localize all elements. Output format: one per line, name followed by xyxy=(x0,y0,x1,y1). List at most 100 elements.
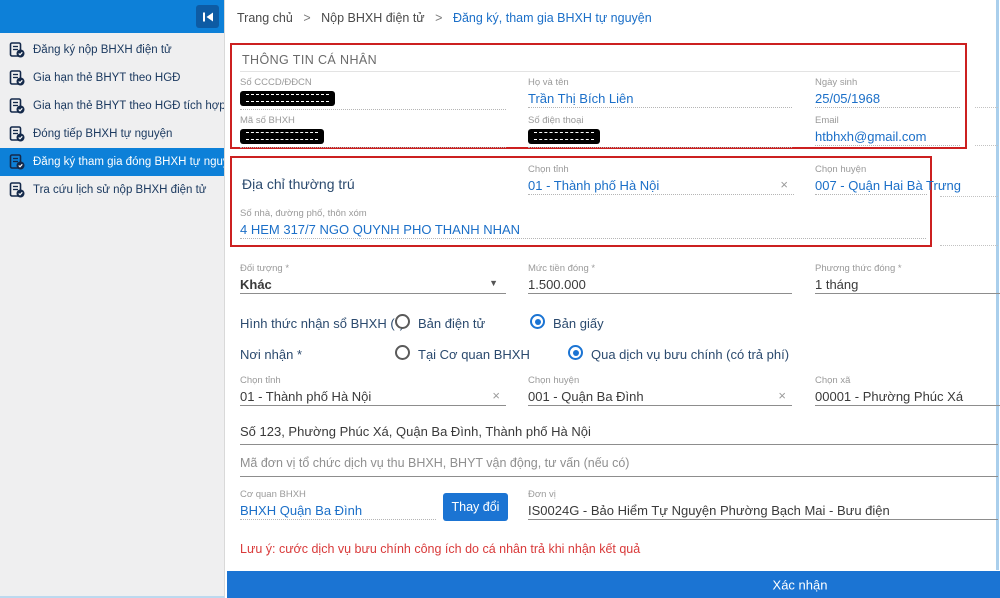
delivery-address-value: Số 123, Phường Phúc Xá, Quận Ba Đình, Th… xyxy=(240,424,998,445)
cutoff-dotted-line xyxy=(975,145,998,146)
document-check-icon xyxy=(9,182,25,198)
delivery-ward-value: 00001 - Phường Phúc Xá xyxy=(815,389,1000,406)
agency-unit-value: IS0024G - Bảo Hiểm Tự Nguyện Phường Bạch… xyxy=(528,503,998,520)
delivery-address-field[interactable]: Số 123, Phường Phúc Xá, Quận Ba Đình, Th… xyxy=(240,424,998,445)
sidebar-menu: Đăng ký nộp BHXH điện tử Gia hạn thẻ BHY… xyxy=(0,36,224,204)
residence-province-select[interactable]: Chọn tỉnh 01 - Thành phố Hà Nội × xyxy=(528,164,794,195)
residence-district-value: 007 - Quận Hai Bà Trưng xyxy=(815,178,927,195)
phone-field[interactable]: Số điện thoại xyxy=(528,115,792,148)
cccd-redacted-value xyxy=(240,91,335,106)
breadcrumb: Trang chủ > Nộp BHXH điện tử > Đăng ký, … xyxy=(237,11,652,25)
bhxh-code-field[interactable]: Mã số BHXH xyxy=(240,115,506,148)
delivery-ward-select[interactable]: Chọn xã 00001 - Phường Phúc Xá xyxy=(815,375,1000,406)
document-check-icon xyxy=(9,42,25,58)
clear-icon[interactable]: × xyxy=(780,177,788,192)
book-format-option-label[interactable]: Bản điện tử xyxy=(418,316,485,331)
confirm-button-label: Xác nhận xyxy=(773,577,828,592)
sidebar-item-gia-han-bhyt-tich-hop[interactable]: Gia hạn thẻ BHYT theo HGĐ tích hợp gi... xyxy=(0,92,224,120)
email-label: Email xyxy=(815,115,960,126)
change-agency-button[interactable]: Thay đổi xyxy=(443,493,508,521)
cccd-label: Số CCCD/ĐĐCN xyxy=(240,77,506,88)
residence-street-value: 4 HEM 317/7 NGO QUYNH PHO THANH NHAN xyxy=(240,222,926,239)
full-name-field[interactable]: Họ và tên Trần Thị Bích Liên xyxy=(528,77,792,108)
chevron-down-icon[interactable]: ▼ xyxy=(489,278,498,288)
sidebar-item-label: Tra cứu lịch sử nộp BHXH điện tử xyxy=(33,184,207,196)
full-name-label: Họ và tên xyxy=(528,77,792,88)
bhxh-code-redacted-value xyxy=(240,129,324,144)
delivery-district-select[interactable]: Chọn huyện 001 - Quận Ba Đình × xyxy=(528,375,792,406)
delivery-province-select[interactable]: Chọn tỉnh 01 - Thành phố Hà Nội × xyxy=(240,375,506,406)
breadcrumb-home[interactable]: Trang chủ xyxy=(237,11,293,25)
residence-street-field[interactable]: Số nhà, đường phố, thôn xóm 4 HEM 317/7 … xyxy=(240,208,926,239)
full-name-value: Trần Thị Bích Liên xyxy=(528,91,792,108)
sidebar-item-label: Gia hạn thẻ BHYT theo HGĐ xyxy=(33,72,180,84)
bhxh-code-label: Mã số BHXH xyxy=(240,115,506,126)
collector-unit-label: Mã đơn vị tổ chức dịch vụ thu BHXH, BHYT… xyxy=(240,456,998,477)
residence-street-label: Số nhà, đường phố, thôn xóm xyxy=(240,208,926,219)
receive-place-option-label[interactable]: Qua dịch vụ bưu chính (có trả phí) xyxy=(591,347,789,362)
document-check-icon xyxy=(9,154,25,170)
dob-field[interactable]: Ngày sinh 25/05/1968 xyxy=(815,77,960,108)
collapse-left-icon xyxy=(200,9,216,25)
sidebar-item-gia-han-bhyt-hgd[interactable]: Gia hạn thẻ BHYT theo HGĐ xyxy=(0,64,224,92)
phone-label: Số điện thoại xyxy=(528,115,792,126)
delivery-ward-label: Chọn xã xyxy=(815,375,1000,386)
sidebar-collapse-button[interactable] xyxy=(196,5,219,28)
subject-select[interactable]: Đối tượng * Khác ▼ xyxy=(240,263,506,294)
document-check-icon xyxy=(9,70,25,86)
book-format-label: Hình thức nhận sổ BHXH (*) xyxy=(240,316,404,331)
sidebar-item-label: Đăng ký nộp BHXH điện tử xyxy=(33,44,172,56)
amount-value: 1.500.000 xyxy=(528,277,792,294)
breadcrumb-nop-bhxh[interactable]: Nộp BHXH điện tử xyxy=(321,11,425,25)
residence-province-value: 01 - Thành phố Hà Nội xyxy=(528,178,794,195)
agency-office-field[interactable]: Cơ quan BHXH BHXH Quận Ba Đình xyxy=(240,489,436,520)
residence-title: Địa chỉ thường trú xyxy=(242,176,355,192)
method-value: 1 tháng xyxy=(815,277,1000,294)
sidebar-item-dang-ky-nop[interactable]: Đăng ký nộp BHXH điện tử xyxy=(0,36,224,64)
sidebar-item-dang-ky-tham-gia[interactable]: Đăng ký tham gia đóng BHXH tự nguyện xyxy=(0,148,224,176)
sidebar: Đăng ký nộp BHXH điện tử Gia hạn thẻ BHY… xyxy=(0,0,225,598)
cccd-field[interactable]: Số CCCD/ĐĐCN xyxy=(240,77,506,110)
clear-icon[interactable]: × xyxy=(492,388,500,403)
book-format-radio-giay[interactable] xyxy=(530,314,545,329)
bhxh-app: Đăng ký nộp BHXH điện tử Gia hạn thẻ BHY… xyxy=(0,0,1000,598)
confirm-button[interactable]: Xác nhận xyxy=(227,571,1000,598)
personal-info-title: THÔNG TIN CÁ NHÂN xyxy=(242,53,377,67)
book-format-option-label[interactable]: Bản giấy xyxy=(553,316,604,331)
cutoff-dotted-line xyxy=(940,245,998,246)
receive-place-option-label[interactable]: Tại Cơ quan BHXH xyxy=(418,347,530,362)
email-field[interactable]: Email htbhxh@gmail.com xyxy=(815,115,960,146)
receive-place-radio-buu-chinh[interactable] xyxy=(568,345,583,360)
collector-unit-field[interactable]: Mã đơn vị tổ chức dịch vụ thu BHXH, BHYT… xyxy=(240,456,998,477)
method-label: Phương thức đóng * xyxy=(815,263,1000,274)
method-field[interactable]: Phương thức đóng * 1 tháng xyxy=(815,263,1000,294)
document-check-icon xyxy=(9,98,25,114)
personal-info-divider xyxy=(240,71,960,72)
residence-district-select[interactable]: Chọn huyện 007 - Quận Hai Bà Trưng xyxy=(815,164,927,195)
subject-value: Khác xyxy=(240,277,506,294)
breadcrumb-separator: > xyxy=(303,11,310,25)
receive-place-radio-co-quan[interactable] xyxy=(395,345,410,360)
sidebar-item-label: Đóng tiếp BHXH tự nguyện xyxy=(33,128,172,140)
postal-fee-note: Lưu ý: cước dịch vụ bưu chính công ích d… xyxy=(240,542,640,556)
book-format-radio-dien-tu[interactable] xyxy=(395,314,410,329)
delivery-province-value: 01 - Thành phố Hà Nội xyxy=(240,389,506,406)
clear-icon[interactable]: × xyxy=(778,388,786,403)
agency-unit-field[interactable]: Đơn vị IS0024G - Bảo Hiểm Tự Nguyện Phườ… xyxy=(528,489,998,520)
cutoff-dotted-line xyxy=(975,107,998,108)
sidebar-item-tra-cuu[interactable]: Tra cứu lịch sử nộp BHXH điện tử xyxy=(0,176,224,204)
receive-place-label: Nơi nhận * xyxy=(240,347,302,362)
subject-label: Đối tượng * xyxy=(240,263,506,274)
dob-value: 25/05/1968 xyxy=(815,91,960,108)
amount-label: Mức tiền đóng * xyxy=(528,263,792,274)
cutoff-dotted-line xyxy=(940,196,998,197)
dob-label: Ngày sinh xyxy=(815,77,960,88)
sidebar-item-label: Đăng ký tham gia đóng BHXH tự nguyện xyxy=(33,156,224,168)
sidebar-item-dong-tiep[interactable]: Đóng tiếp BHXH tự nguyện xyxy=(0,120,224,148)
agency-office-label: Cơ quan BHXH xyxy=(240,489,436,500)
sidebar-header xyxy=(0,0,224,33)
email-value: htbhxh@gmail.com xyxy=(815,129,960,146)
amount-field[interactable]: Mức tiền đóng * 1.500.000 xyxy=(528,263,792,294)
sidebar-item-label: Gia hạn thẻ BHYT theo HGĐ tích hợp gi... xyxy=(33,100,224,112)
document-check-icon xyxy=(9,126,25,142)
